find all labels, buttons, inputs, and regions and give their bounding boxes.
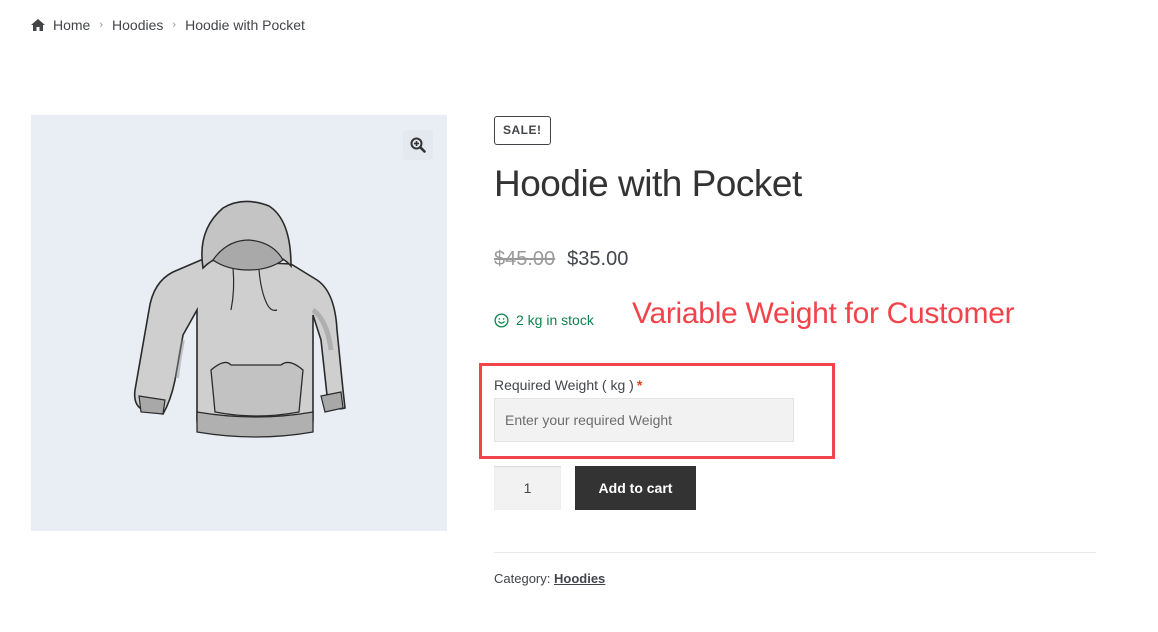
required-asterisk: * [636,377,643,393]
hoodie-image [133,200,346,438]
breadcrumb-separator: › [172,19,177,31]
product-gallery[interactable] [31,115,447,531]
breadcrumb-current: Hoodie with Pocket [185,17,305,33]
add-to-cart-button[interactable]: Add to cart [575,466,696,510]
breadcrumb-home-link[interactable]: Home [53,17,90,33]
divider [494,552,1096,553]
breadcrumb-hoodies-link[interactable]: Hoodies [112,17,163,33]
required-weight-label: Required Weight ( kg ) * [494,377,642,393]
product-title: Hoodie with Pocket [494,163,802,204]
price: $45.00 $35.00 [494,248,628,271]
quantity-input[interactable] [494,466,561,510]
required-weight-input[interactable] [494,398,794,442]
home-icon [31,19,45,31]
breadcrumb: Home › Hoodies › Hoodie with Pocket [31,16,305,34]
sale-badge: SALE! [494,116,551,145]
category-link-hoodies[interactable]: Hoodies [554,571,605,586]
regular-price: $45.00 [494,248,556,270]
sale-price: $35.00 [567,248,629,270]
magnifier-plus-icon [410,137,426,153]
product-category: Category: Hoodies [494,571,605,586]
smile-icon [494,312,509,328]
stock-text: 2 kg in stock [516,312,594,328]
annotation-text: Variable Weight for Customer [632,297,1015,330]
breadcrumb-separator: › [99,19,104,31]
stock-status: 2 kg in stock [494,312,594,328]
category-label: Category: [494,571,551,586]
zoom-button[interactable] [403,130,433,160]
required-weight-label-text: Required Weight ( kg ) [494,377,634,393]
